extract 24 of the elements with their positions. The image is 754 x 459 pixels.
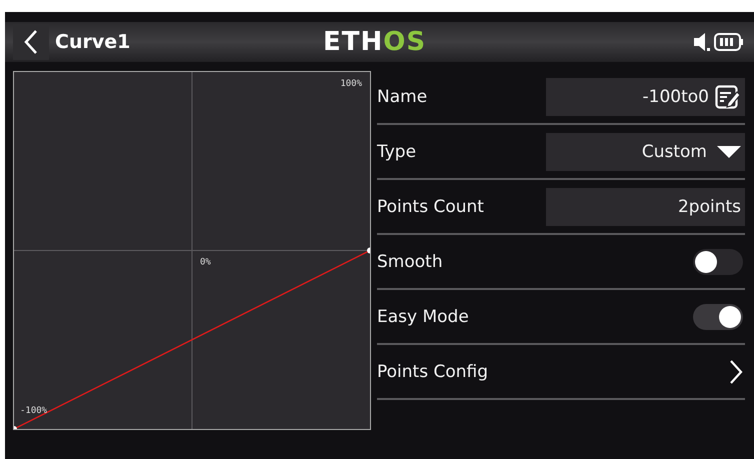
- axis-label: 0%: [200, 258, 211, 268]
- setting-label: Type: [377, 142, 418, 162]
- axis-label: -100%: [20, 406, 48, 416]
- name-field[interactable]: -100to0: [546, 78, 745, 116]
- setting-label: Points Count: [377, 196, 485, 216]
- setting-label: Name: [377, 86, 428, 106]
- toggle-switch[interactable]: [693, 248, 743, 274]
- curve-point[interactable]: [13, 426, 17, 430]
- points-count-field[interactable]: 2points: [546, 188, 745, 226]
- chevron-left-icon: [23, 29, 39, 55]
- edit-icon: [715, 84, 741, 108]
- type-dropdown[interactable]: Custom: [546, 132, 745, 170]
- curve-point[interactable]: [367, 248, 371, 254]
- setting-label: Easy Mode: [377, 306, 470, 326]
- setting-label: Smooth: [377, 252, 444, 272]
- page-title: Curve1: [55, 31, 130, 53]
- setting-label: Points Config: [377, 362, 490, 382]
- toggle-switch[interactable]: [693, 304, 743, 330]
- speaker-icon[interactable]: [694, 32, 710, 52]
- logo: ETHOS: [323, 26, 426, 58]
- battery-icon[interactable]: [714, 33, 744, 51]
- axis-label: 100%: [340, 79, 362, 89]
- caret-icon: [717, 144, 741, 158]
- chevron-right-icon[interactable]: [729, 358, 743, 384]
